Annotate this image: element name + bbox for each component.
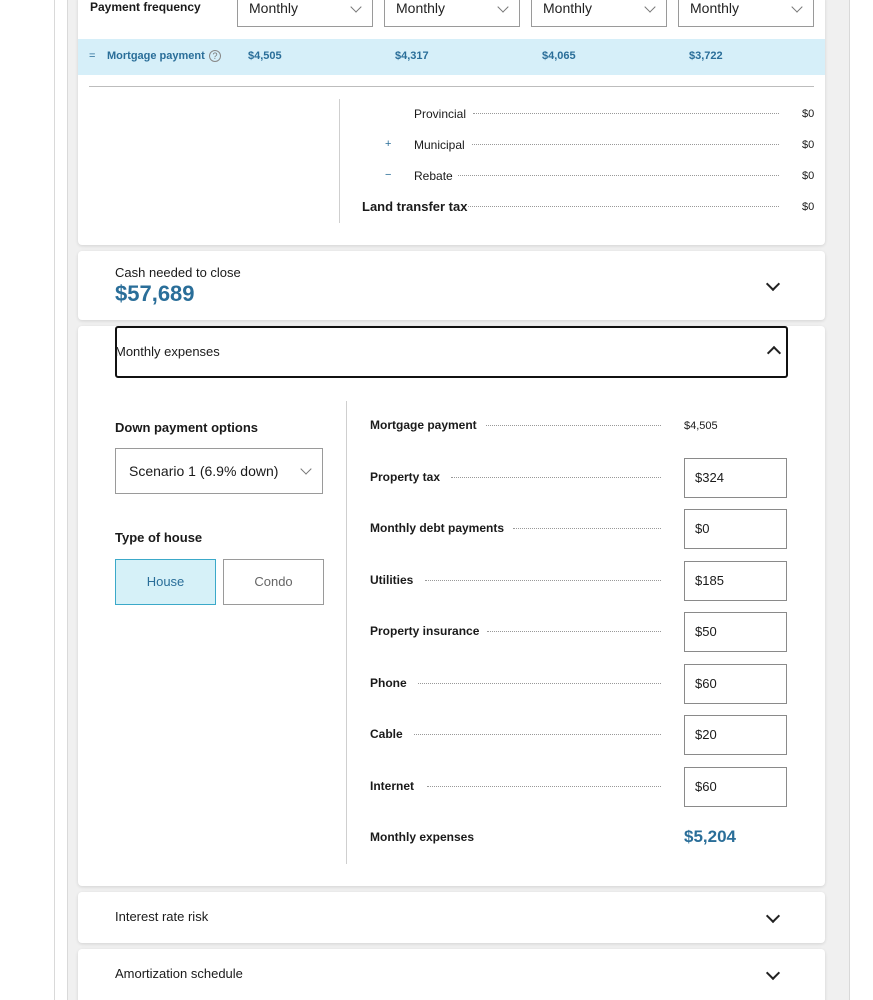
dotted-leader: [486, 425, 661, 426]
payment-frequency-select-1[interactable]: Monthly: [237, 0, 373, 27]
right-border: [849, 0, 850, 1000]
land-transfer-tax-label: Land transfer tax: [362, 199, 468, 214]
mortgage-payment-value-3: $4,065: [542, 50, 576, 62]
dotted-leader: [458, 175, 779, 176]
payment-frequency-label: Payment frequency: [90, 0, 201, 14]
chevron-down-icon: [350, 1, 362, 13]
chevron-up-icon[interactable]: [766, 345, 782, 361]
phone-input[interactable]: $60: [684, 664, 787, 704]
internet-label: Internet: [370, 779, 415, 793]
monthly-expenses-card: Monthly expenses Down payment options Sc…: [78, 326, 825, 886]
property-tax-label: Property tax: [370, 470, 441, 484]
column-divider: [346, 401, 347, 864]
interest-rate-risk-card[interactable]: Interest rate risk: [78, 892, 825, 943]
rebate-label: Rebate: [414, 169, 453, 183]
amortization-schedule-label: Amortization schedule: [115, 966, 243, 981]
chevron-down-icon: [497, 1, 509, 13]
municipal-value: $0: [802, 139, 815, 151]
column-divider: [339, 99, 340, 223]
dotted-leader: [427, 786, 661, 787]
property-insurance-label: Property insurance: [370, 624, 480, 638]
monthly-debt-label: Monthly debt payments: [370, 521, 505, 535]
monthly-expenses-total-label: Monthly expenses: [370, 830, 475, 844]
monthly-expenses-header[interactable]: Monthly expenses: [115, 326, 788, 378]
mortgage-payment-value-2: $4,317: [395, 50, 429, 62]
condo-option-button[interactable]: Condo: [223, 559, 324, 605]
dotted-leader: [418, 683, 661, 684]
dotted-leader: [414, 734, 661, 735]
cash-needed-label: Cash needed to close: [115, 265, 241, 280]
payment-frequency-select-4[interactable]: Monthly: [678, 0, 814, 27]
chevron-down-icon: [791, 1, 803, 13]
payment-frequency-select-3[interactable]: Monthly: [531, 0, 667, 27]
interest-rate-risk-label: Interest rate risk: [115, 909, 209, 924]
internet-input[interactable]: $60: [684, 767, 787, 807]
payment-frequency-select-2[interactable]: Monthly: [384, 0, 520, 27]
dotted-leader: [468, 206, 779, 207]
minus-sign: −: [385, 169, 392, 181]
down-payment-options-label: Down payment options: [115, 420, 258, 435]
dotted-leader: [473, 113, 779, 114]
provincial-label: Provincial: [414, 107, 467, 121]
amortization-schedule-card[interactable]: Amortization schedule: [78, 949, 825, 1000]
mortgage-payment-value: $4,505: [684, 420, 718, 432]
dotted-leader: [513, 528, 661, 529]
cash-needed-value: $57,689: [115, 281, 195, 306]
cash-needed-card[interactable]: Cash needed to close $57,689: [78, 251, 825, 320]
mortgage-payment-label: Mortgage payment: [107, 50, 205, 62]
dotted-leader: [472, 144, 779, 145]
chevron-down-icon[interactable]: [765, 276, 781, 292]
help-icon[interactable]: ?: [209, 50, 221, 62]
mortgage-payment-value-1: $4,505: [248, 50, 282, 62]
equals-sign: =: [89, 50, 96, 62]
chevron-down-icon[interactable]: [765, 908, 781, 924]
down-payment-select[interactable]: Scenario 1 (6.9% down): [115, 448, 323, 494]
chevron-down-icon[interactable]: [765, 965, 781, 981]
dotted-leader: [451, 477, 661, 478]
mortgage-summary-card: Payment frequency Monthly Monthly Monthl…: [78, 0, 825, 245]
house-option-button[interactable]: House: [115, 559, 216, 605]
chevron-down-icon: [300, 463, 312, 475]
monthly-expenses-header-label: Monthly expenses: [115, 344, 220, 359]
land-transfer-tax-value: $0: [802, 201, 815, 213]
monthly-debt-input[interactable]: $0: [684, 509, 787, 549]
mortgage-payment-row: = Mortgage payment ? $4,505 $4,317 $4,06…: [78, 39, 825, 75]
mortgage-payment-value-4: $3,722: [689, 50, 723, 62]
dotted-leader: [487, 631, 661, 632]
utilities-input[interactable]: $185: [684, 561, 787, 601]
property-tax-input[interactable]: $324: [684, 458, 787, 498]
cable-label: Cable: [370, 727, 403, 741]
provincial-value: $0: [802, 108, 815, 120]
left-border: [54, 0, 55, 1000]
municipal-label: Municipal: [414, 138, 465, 152]
cable-input[interactable]: $20: [684, 715, 787, 755]
rebate-value: $0: [802, 170, 815, 182]
divider: [89, 86, 814, 87]
plus-sign: +: [385, 138, 392, 150]
type-of-house-label: Type of house: [115, 530, 203, 545]
dotted-leader: [425, 580, 661, 581]
chevron-down-icon: [644, 1, 656, 13]
utilities-label: Utilities: [370, 573, 414, 587]
phone-label: Phone: [370, 676, 407, 690]
mortgage-payment-label: Mortgage payment: [370, 418, 477, 432]
monthly-expenses-total-value: $5,204: [684, 827, 736, 846]
property-insurance-input[interactable]: $50: [684, 612, 787, 652]
inner-left-border: [67, 0, 68, 1000]
